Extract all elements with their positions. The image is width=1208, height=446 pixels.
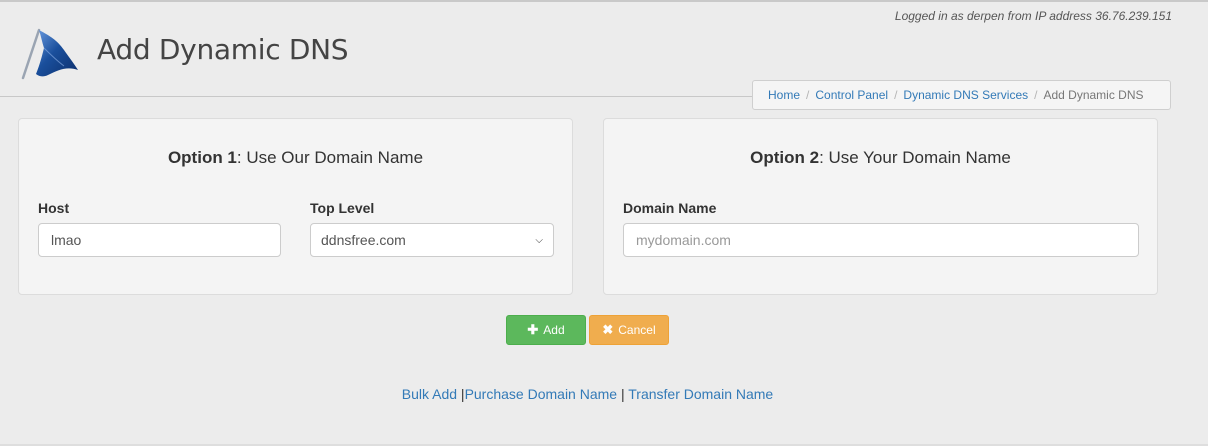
login-info: Logged in as derpen from IP address 36.7… <box>894 9 1172 23</box>
domain-name-input[interactable] <box>623 223 1139 257</box>
purchase-domain-link[interactable]: Purchase Domain Name <box>465 386 618 402</box>
breadcrumb-separator: / <box>1034 88 1038 102</box>
option2-title-strong: Option 2 <box>750 148 820 167</box>
host-input[interactable] <box>38 223 281 257</box>
breadcrumb-control-panel[interactable]: Control Panel <box>815 88 888 102</box>
top-level-selected-value: ddnsfree.com <box>321 232 406 248</box>
breadcrumb-separator: / <box>894 88 898 102</box>
page-title: Add Dynamic DNS <box>97 33 349 66</box>
top-divider <box>0 0 1208 2</box>
top-level-label: Top Level <box>310 200 375 216</box>
option2-title: Option 2: Use Your Domain Name <box>604 148 1157 168</box>
chevron-down-icon: ⌵ <box>535 234 543 246</box>
host-label: Host <box>38 200 70 216</box>
top-level-select[interactable]: ddnsfree.com ⌵ <box>310 223 554 257</box>
footer-links: Bulk Add |Purchase Domain Name | Transfe… <box>0 386 1175 402</box>
header-divider <box>0 96 760 97</box>
breadcrumb: Home / Control Panel / Dynamic DNS Servi… <box>752 80 1171 110</box>
breadcrumb-current: Add Dynamic DNS <box>1043 88 1144 102</box>
option1-title: Option 1: Use Our Domain Name <box>19 148 572 168</box>
breadcrumb-separator: / <box>806 88 810 102</box>
cancel-button-label: Cancel <box>618 323 656 337</box>
bulk-add-link[interactable]: Bulk Add <box>402 386 457 402</box>
option1-panel: Option 1: Use Our Domain Name Host Top L… <box>18 118 573 295</box>
breadcrumb-dynamic-dns-services[interactable]: Dynamic DNS Services <box>903 88 1028 102</box>
add-button[interactable]: ✚ Add <box>506 315 586 345</box>
plus-icon: ✚ <box>527 322 539 337</box>
cancel-button[interactable]: ✖ Cancel <box>589 315 669 345</box>
times-icon: ✖ <box>602 322 614 337</box>
option1-title-strong: Option 1 <box>167 148 237 167</box>
transfer-domain-link[interactable]: Transfer Domain Name <box>628 386 773 402</box>
option2-panel: Option 2: Use Your Domain Name Domain Na… <box>603 118 1158 295</box>
flag-logo <box>21 28 78 80</box>
option1-title-rest: : Use Our Domain Name <box>236 148 424 167</box>
footer-separator: | <box>620 386 625 402</box>
add-button-label: Add <box>543 323 565 337</box>
breadcrumb-home[interactable]: Home <box>768 88 800 102</box>
option2-title-rest: : Use Your Domain Name <box>819 148 1011 167</box>
domain-name-label: Domain Name <box>623 200 717 216</box>
